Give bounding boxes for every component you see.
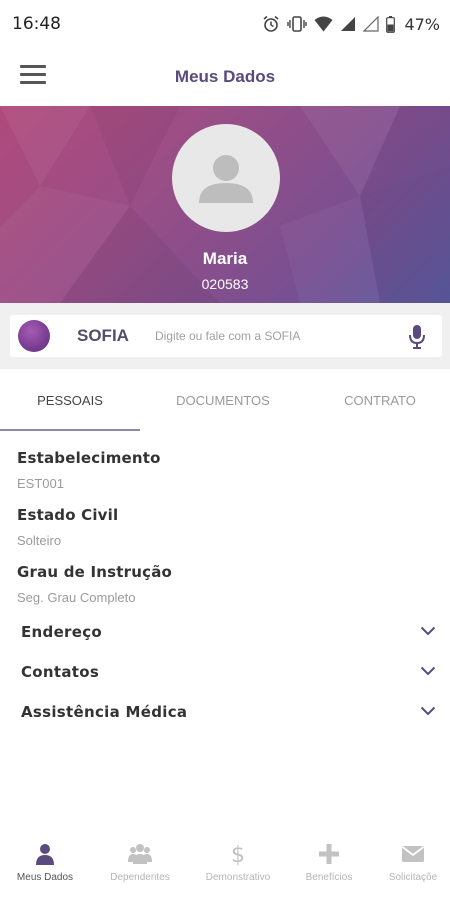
sofia-container: SOFIA <box>0 303 450 369</box>
nav-label: Meus Dados <box>16 872 74 883</box>
field-value-grau-instrucao: Seg. Grau Completo <box>17 590 136 605</box>
avatar[interactable] <box>172 124 280 232</box>
wifi-icon <box>314 16 333 32</box>
active-tab-indicator <box>0 429 140 431</box>
chevron-down-icon <box>420 666 436 676</box>
sofia-logo-icon[interactable] <box>18 320 50 352</box>
profile-code: 020583 <box>201 276 249 292</box>
section-label: Endereço <box>21 623 103 641</box>
profile-name: Maria <box>202 249 248 268</box>
nav-label: Benefícios <box>305 872 353 883</box>
user-placeholder-icon <box>199 155 253 203</box>
sofia-input[interactable] <box>154 329 385 343</box>
nav-demonstrativo[interactable]: $ Demonstrativo <box>193 830 283 900</box>
section-contatos[interactable]: Contatos <box>0 654 450 692</box>
app-screen: 16:48 47% Meus Dados Maria 020583 SOFIA … <box>0 0 450 900</box>
vibrate-icon <box>287 16 308 32</box>
field-value-estabelecimento: EST001 <box>17 476 64 491</box>
nav-meus-dados[interactable]: Meus Dados <box>0 830 90 900</box>
field-label-grau-instrucao: Grau de Instrução <box>17 563 173 581</box>
microphone-icon[interactable] <box>408 324 426 350</box>
alarm-icon <box>263 15 279 32</box>
field-label-estabelecimento: Estabelecimento <box>17 449 161 467</box>
svg-text:$: $ <box>231 843 245 866</box>
person-icon <box>36 844 54 865</box>
plus-icon <box>319 844 339 864</box>
nav-dependentes[interactable]: Dependentes <box>95 830 185 900</box>
section-assistencia-medica[interactable]: Assistência Médica <box>0 694 450 732</box>
tab-bar: PESSOAIS DOCUMENTOS CONTRATO <box>0 369 450 431</box>
dollar-icon: $ <box>231 843 245 866</box>
status-icons: 47% <box>262 15 440 34</box>
profile-banner: Maria 020583 <box>0 106 450 303</box>
status-time: 16:48 <box>12 14 61 34</box>
nav-solicitacoes[interactable]: Solicitaçõe <box>368 830 450 900</box>
battery-percentage: 47% <box>404 14 440 34</box>
field-value-estado-civil: Solteiro <box>17 533 62 548</box>
section-label: Contatos <box>21 663 100 681</box>
nav-label: Dependentes <box>110 872 170 883</box>
bottom-nav: Meus Dados Dependentes $ Demonstrativo B… <box>0 830 450 900</box>
chevron-down-icon <box>420 626 436 636</box>
section-endereco[interactable]: Endereço <box>0 614 450 652</box>
group-icon <box>128 844 152 864</box>
page-title: Meus Dados <box>174 67 276 86</box>
sofia-bar: SOFIA <box>10 315 442 357</box>
nav-label: Demonstrativo <box>205 872 271 883</box>
sofia-name: SOFIA <box>77 326 129 345</box>
nav-label: Solicitaçõe <box>388 872 438 883</box>
tab-documentos[interactable]: DOCUMENTOS <box>148 369 298 431</box>
nav-beneficios[interactable]: Benefícios <box>284 830 374 900</box>
section-label: Assistência Médica <box>21 703 188 721</box>
battery-icon <box>386 15 396 33</box>
status-bar: 16:48 47% <box>0 0 450 48</box>
tab-pessoais[interactable]: PESSOAIS <box>0 369 140 431</box>
chevron-down-icon <box>420 706 436 716</box>
mail-icon <box>401 846 425 862</box>
app-header: Meus Dados <box>0 48 450 106</box>
tab-contrato[interactable]: CONTRATO <box>310 369 450 431</box>
menu-icon[interactable] <box>20 65 46 87</box>
field-label-estado-civil: Estado Civil <box>17 506 119 524</box>
signal-empty-icon <box>363 16 380 32</box>
signal-icon <box>341 17 356 31</box>
